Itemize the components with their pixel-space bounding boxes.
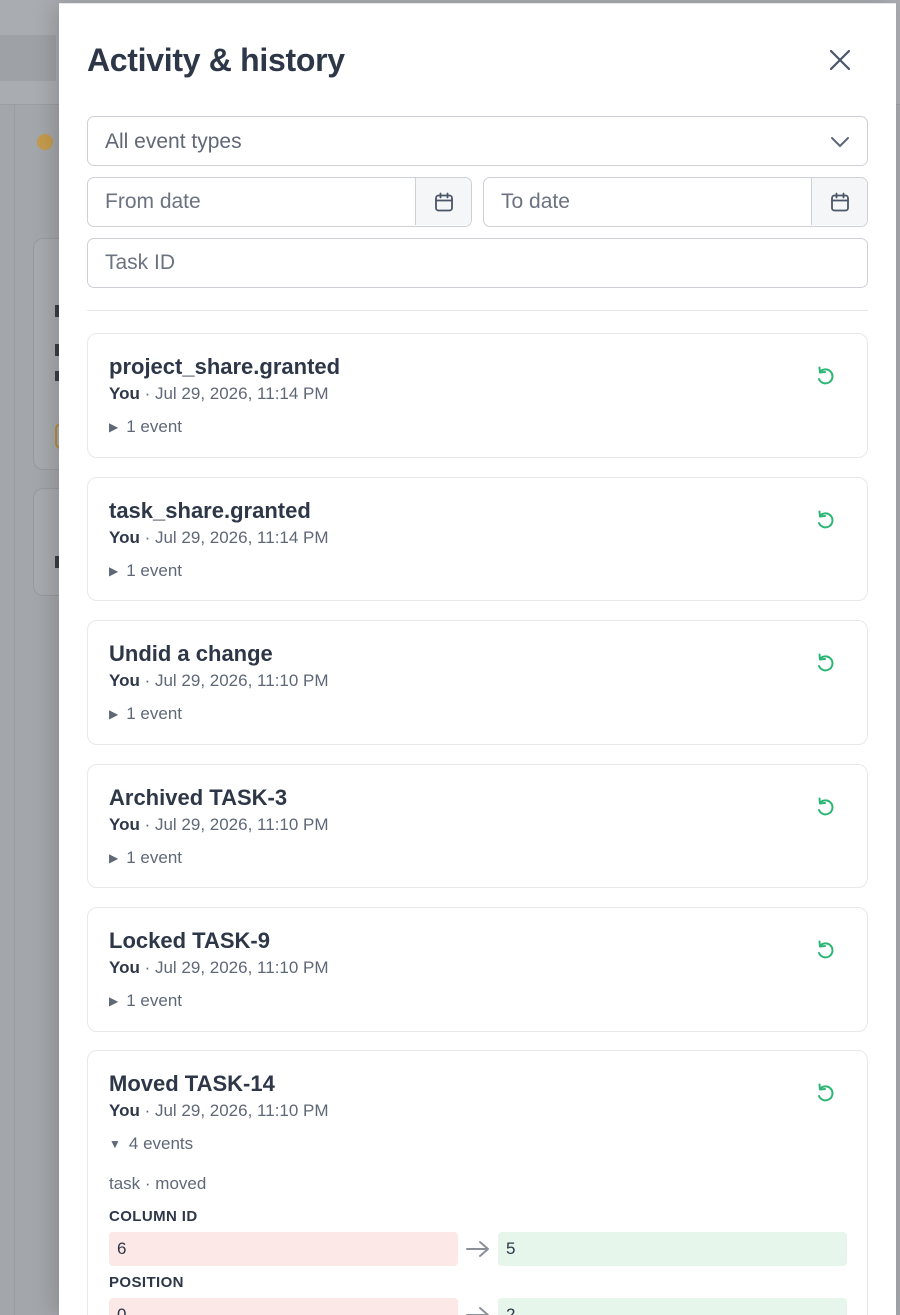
entry-events-count: 1 event	[126, 561, 182, 580]
entry-events-toggle[interactable]: ▶ 1 event	[109, 561, 182, 581]
activity-drawer: Activity & history All event types proje…	[59, 3, 896, 1315]
entry-events-toggle[interactable]: ▶ 1 event	[109, 848, 182, 868]
entry-actor: You	[109, 384, 140, 403]
from-date-group	[87, 177, 472, 227]
entry-title: Locked TASK-9	[109, 928, 270, 953]
background-tab	[0, 35, 56, 81]
old-value: 0	[109, 1298, 458, 1315]
entry-meta: You · Jul 29, 2026, 11:10 PM	[109, 958, 329, 978]
caret-right-icon: ▶	[109, 420, 119, 434]
caret-right-icon: ▶	[109, 564, 119, 578]
activity-entry: project_share.granted You · Jul 29, 2026…	[87, 333, 868, 458]
entry-title: Archived TASK-3	[109, 785, 288, 810]
event-type-value: All event types	[105, 130, 242, 153]
entry-events-count: 1 event	[126, 704, 182, 723]
entry-events-count: 1 event	[126, 848, 182, 867]
close-button[interactable]	[825, 45, 855, 75]
entry-title: Moved TASK-14	[109, 1071, 275, 1096]
task-id-input[interactable]	[87, 238, 868, 288]
undo-icon[interactable]	[814, 509, 836, 531]
chevron-down-icon	[831, 137, 849, 147]
entry-events-count: 4 events	[128, 1134, 194, 1153]
caret-right-icon: ▶	[109, 851, 119, 865]
entry-actor: You	[109, 671, 140, 690]
entry-events-toggle[interactable]: ▼ 4 events	[109, 1134, 193, 1154]
arrow-right-icon	[466, 1241, 489, 1257]
activity-entry: Locked TASK-9 You · Jul 29, 2026, 11:10 …	[87, 907, 868, 1032]
entry-actor: You	[109, 528, 140, 547]
entry-events-toggle[interactable]: ▶ 1 event	[109, 991, 182, 1011]
to-date-group	[483, 177, 868, 227]
background-status-dot	[37, 134, 53, 150]
entry-actor: You	[109, 1101, 140, 1120]
new-value: 5	[498, 1232, 847, 1266]
drawer-title: Activity & history	[87, 42, 345, 78]
to-date-calendar-button[interactable]	[811, 178, 867, 225]
activity-entry: Archived TASK-3 You · Jul 29, 2026, 11:1…	[87, 764, 868, 888]
field-label: COLUMN ID	[109, 1208, 198, 1225]
entry-events-toggle[interactable]: ▶ 1 event	[109, 417, 182, 437]
entry-meta: You · Jul 29, 2026, 11:14 PM	[109, 384, 329, 404]
filter-divider	[87, 310, 868, 311]
entry-actor: You	[109, 958, 140, 977]
caret-right-icon: ▶	[109, 707, 119, 721]
entry-meta: You · Jul 29, 2026, 11:10 PM	[109, 815, 329, 835]
entry-meta: You · Jul 29, 2026, 11:10 PM	[109, 671, 329, 691]
entry-time: · Jul 29, 2026, 11:10 PM	[139, 671, 329, 690]
calendar-icon	[830, 192, 849, 211]
entry-actor: You	[109, 815, 140, 834]
calendar-icon	[434, 192, 453, 211]
entry-meta: You · Jul 29, 2026, 11:10 PM	[109, 1101, 329, 1121]
field-label: POSITION	[109, 1274, 184, 1291]
from-date-input[interactable]	[88, 178, 416, 225]
entry-title: task_share.granted	[109, 498, 311, 523]
entry-events-count: 1 event	[126, 991, 182, 1010]
event-type-select[interactable]: All event types	[87, 116, 868, 166]
event-detail-type: task · moved	[109, 1174, 207, 1193]
entry-time: · Jul 29, 2026, 11:10 PM	[139, 958, 329, 977]
arrow-right-icon	[466, 1307, 489, 1315]
entry-title: project_share.granted	[109, 354, 341, 379]
undo-icon[interactable]	[814, 652, 836, 674]
activity-entry-expanded: Moved TASK-14 You · Jul 29, 2026, 11:10 …	[87, 1050, 868, 1315]
entry-time: · Jul 29, 2026, 11:10 PM	[139, 815, 329, 834]
entry-time: · Jul 29, 2026, 11:14 PM	[139, 528, 329, 547]
close-icon	[829, 49, 851, 71]
undo-icon[interactable]	[814, 939, 836, 961]
activity-entry: Undid a change You · Jul 29, 2026, 11:10…	[87, 620, 868, 745]
new-value: 2	[498, 1298, 847, 1315]
entry-events-count: 1 event	[126, 417, 182, 436]
old-value: 6	[109, 1232, 458, 1266]
entry-time: · Jul 29, 2026, 11:10 PM	[139, 1101, 329, 1120]
entry-meta: You · Jul 29, 2026, 11:14 PM	[109, 528, 329, 548]
entry-time: · Jul 29, 2026, 11:14 PM	[139, 384, 329, 403]
from-date-calendar-button[interactable]	[415, 178, 471, 225]
undo-icon[interactable]	[814, 365, 836, 387]
entry-events-toggle[interactable]: ▶ 1 event	[109, 704, 182, 724]
entry-title: Undid a change	[109, 641, 273, 666]
activity-entry: task_share.granted You · Jul 29, 2026, 1…	[87, 477, 868, 601]
caret-down-icon: ▼	[109, 1137, 121, 1151]
caret-right-icon: ▶	[109, 994, 119, 1008]
undo-icon[interactable]	[814, 796, 836, 818]
to-date-input[interactable]	[484, 178, 812, 225]
undo-icon[interactable]	[814, 1082, 836, 1104]
background-divider	[14, 105, 15, 1315]
